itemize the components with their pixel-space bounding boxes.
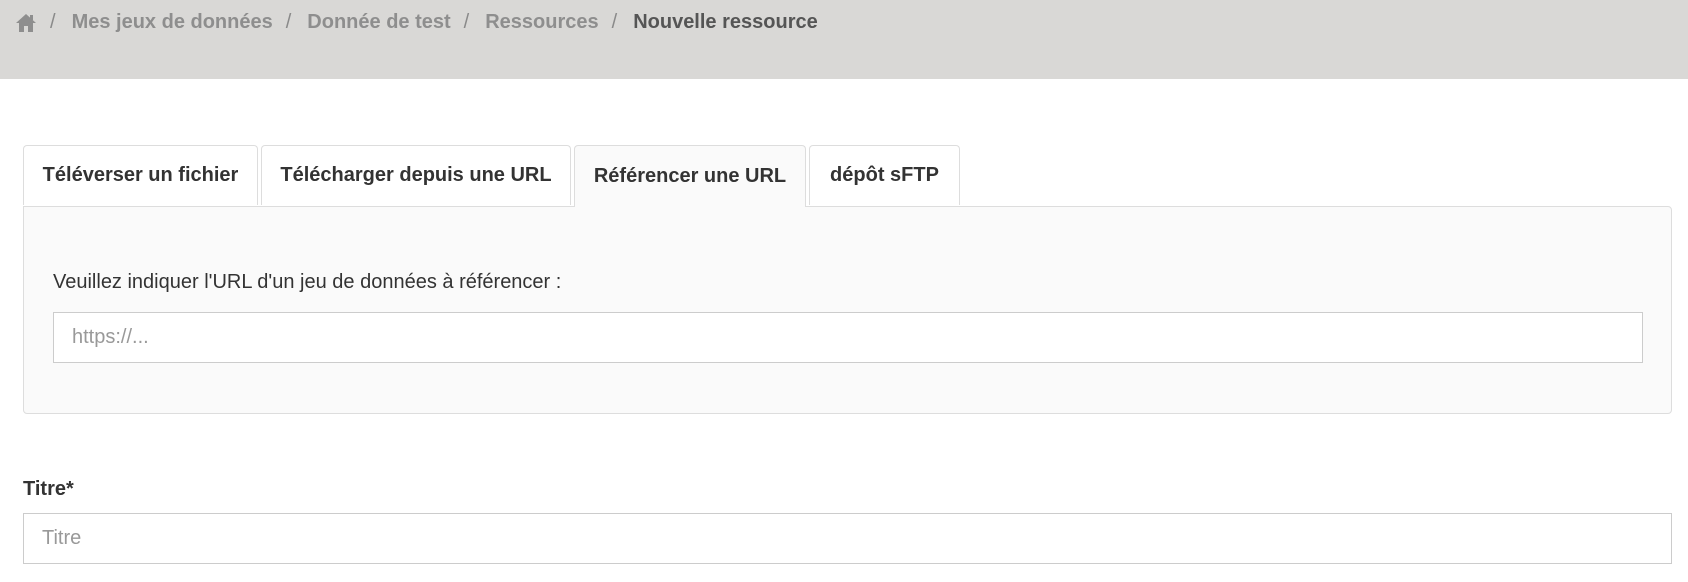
tab-download-from-url[interactable]: Télécharger depuis une URL xyxy=(261,145,571,205)
title-field-label: Titre* xyxy=(23,478,74,500)
tab-reference-url[interactable]: Référencer une URL xyxy=(574,145,806,207)
url-input[interactable] xyxy=(53,312,1643,363)
breadcrumb-link-datasets[interactable]: Mes jeux de données xyxy=(72,11,273,34)
home-icon[interactable] xyxy=(15,12,37,34)
resource-source-tabs: Téléverser un fichier Télécharger depuis… xyxy=(23,145,963,207)
breadcrumb-link-resources[interactable]: Ressources xyxy=(485,11,598,34)
breadcrumb-separator: / xyxy=(50,11,56,33)
breadcrumb: / Mes jeux de données / Donnée de test /… xyxy=(15,11,818,34)
breadcrumb-separator: / xyxy=(285,11,292,33)
breadcrumb-bar: / Mes jeux de données / Donnée de test /… xyxy=(0,0,1688,79)
tab-sftp[interactable]: dépôt sFTP xyxy=(809,145,960,205)
breadcrumb-separator: / xyxy=(611,11,618,33)
title-input[interactable] xyxy=(23,513,1672,564)
breadcrumb-current: Nouvelle ressource xyxy=(633,11,818,33)
url-field-label: Veuillez indiquer l'URL d'un jeu de donn… xyxy=(53,271,562,293)
tab-panel-reference-url: Veuillez indiquer l'URL d'un jeu de donn… xyxy=(23,206,1672,414)
breadcrumb-link-dataset[interactable]: Donnée de test xyxy=(307,11,450,34)
breadcrumb-separator: / xyxy=(463,11,470,33)
tab-upload-file[interactable]: Téléverser un fichier xyxy=(23,145,258,205)
